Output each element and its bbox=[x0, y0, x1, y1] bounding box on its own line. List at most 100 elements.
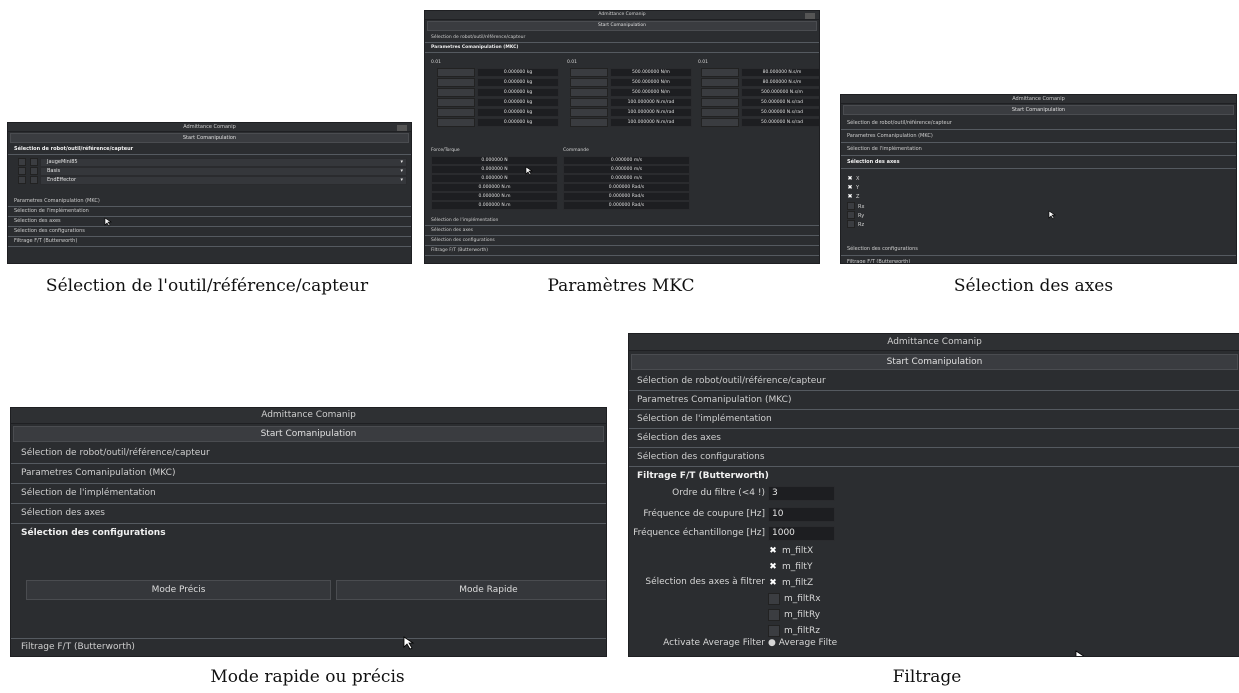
mkc-slider[interactable] bbox=[437, 98, 475, 107]
mkc-slider[interactable] bbox=[701, 88, 739, 97]
section-impl[interactable]: Sélection de l'implémentation bbox=[629, 410, 1239, 429]
mkc-slider[interactable] bbox=[570, 88, 608, 97]
checkmark-icon[interactable]: ✖ bbox=[768, 562, 778, 572]
section-mkc[interactable]: Parametres Comanipulation (MKC) bbox=[841, 130, 1236, 143]
sampling-input[interactable]: 1000 bbox=[768, 526, 835, 541]
mkc-slider[interactable] bbox=[437, 118, 475, 127]
mode-fast-button[interactable]: Mode Rapide bbox=[336, 580, 606, 600]
checkmark-icon[interactable]: ✖ bbox=[768, 546, 778, 556]
start-comanipulation-button[interactable]: Start Comanipulation bbox=[631, 354, 1238, 370]
checkbox[interactable] bbox=[29, 176, 38, 184]
mass-value[interactable]: 0.000000 kg bbox=[477, 108, 559, 117]
checkbox[interactable] bbox=[18, 158, 26, 166]
section-filter[interactable]: Filtrage F/T (Butterworth) bbox=[8, 237, 411, 247]
order-input[interactable]: 3 bbox=[768, 486, 835, 501]
close-icon[interactable] bbox=[397, 125, 407, 131]
start-comanipulation-button[interactable]: Start Comanipulation bbox=[13, 426, 604, 442]
axis-row[interactable]: Rx bbox=[847, 202, 1236, 211]
section-robot[interactable]: Sélection de robot/outil/référence/capte… bbox=[629, 372, 1239, 391]
checkmark-icon[interactable]: ✖ bbox=[847, 175, 853, 182]
section-axes[interactable]: Sélection des axes bbox=[11, 504, 606, 524]
section-axes[interactable]: Sélection des axes bbox=[425, 226, 819, 236]
mkc-slider[interactable] bbox=[437, 88, 475, 97]
mass-value[interactable]: 0.000000 kg bbox=[477, 78, 559, 87]
stiffness-value[interactable]: 500.000000 N/m bbox=[610, 88, 692, 97]
sensor-dropdown[interactable]: JaugeMini85 ▾ bbox=[40, 158, 407, 167]
mkc-slider[interactable] bbox=[701, 98, 739, 107]
mkc-slider[interactable] bbox=[701, 78, 739, 87]
avg-filter-radio[interactable]: ● Average Filte bbox=[768, 638, 837, 648]
mass-value[interactable]: 0.000000 kg bbox=[477, 98, 559, 107]
mkc-slider[interactable] bbox=[570, 108, 608, 117]
section-filter[interactable]: Filtrage F/T (Butterworth) bbox=[11, 638, 606, 656]
stiffness-value[interactable]: 100.000000 N.m/rad bbox=[610, 98, 692, 107]
stiffness-value[interactable]: 500.000000 N/m bbox=[610, 78, 692, 87]
axis-row[interactable]: Ry bbox=[847, 211, 1236, 220]
filter-axis-row[interactable]: m_filtRx bbox=[768, 592, 821, 608]
mkc-slider[interactable] bbox=[437, 68, 475, 77]
section-robot[interactable]: Sélection de robot/outil/référence/capte… bbox=[425, 33, 819, 43]
section-filter[interactable]: Filtrage F/T (Butterworth) bbox=[425, 246, 819, 256]
damping-value[interactable]: 50.000000 N.s/rad bbox=[741, 118, 819, 127]
damping-value[interactable]: 50.000000 N.s/rad bbox=[741, 108, 819, 117]
section-impl[interactable]: Sélection de l'implémentation bbox=[425, 216, 819, 226]
stiffness-value[interactable]: 500.000000 N/m bbox=[610, 68, 692, 77]
section-mkc[interactable]: Parametres Comanipulation (MKC) bbox=[629, 391, 1239, 410]
mode-precise-button[interactable]: Mode Précis bbox=[26, 580, 331, 600]
mkc-slider[interactable] bbox=[437, 78, 475, 87]
section-robot[interactable]: Sélection de robot/outil/référence/capte… bbox=[11, 444, 606, 464]
section-configs[interactable]: Sélection des configurations bbox=[11, 524, 606, 543]
section-mkc[interactable]: Parametres Comanipulation (MKC) bbox=[425, 43, 819, 53]
axis-row[interactable]: ✖ Z bbox=[847, 193, 1236, 202]
stiffness-value[interactable]: 100.000000 N.m/rad bbox=[610, 118, 692, 127]
checkbox[interactable] bbox=[18, 167, 26, 175]
mkc-slider[interactable] bbox=[570, 118, 608, 127]
filter-axis-row[interactable]: m_filtRy bbox=[768, 608, 821, 624]
checkbox[interactable] bbox=[847, 211, 855, 219]
section-impl[interactable]: Sélection de l'implémentation bbox=[841, 143, 1236, 156]
damping-value[interactable]: 500.000000 N.s/m bbox=[741, 88, 819, 97]
checkbox[interactable] bbox=[768, 624, 780, 637]
start-comanipulation-button[interactable]: Start Comanipulation bbox=[10, 133, 409, 143]
checkmark-icon[interactable]: ✖ bbox=[847, 184, 853, 191]
checkbox[interactable] bbox=[847, 220, 855, 228]
section-filter[interactable]: Filtrage F/T (Butterworth) bbox=[841, 256, 1236, 263]
section-axes[interactable]: Sélection des axes bbox=[841, 156, 1236, 169]
checkmark-icon[interactable]: ✖ bbox=[847, 193, 853, 200]
damping-value[interactable]: 80.000000 N.s/m bbox=[741, 78, 819, 87]
mkc-slider[interactable] bbox=[437, 108, 475, 117]
checkbox[interactable] bbox=[768, 592, 780, 605]
mkc-slider[interactable] bbox=[570, 98, 608, 107]
start-comanipulation-button[interactable]: Start Comanipulation bbox=[427, 21, 817, 31]
checkmark-icon[interactable]: ✖ bbox=[768, 578, 778, 588]
mkc-slider[interactable] bbox=[701, 118, 739, 127]
section-configs[interactable]: Sélection des configurations bbox=[629, 448, 1239, 467]
section-configs[interactable]: Sélection des configurations bbox=[841, 243, 1236, 256]
mkc-slider[interactable] bbox=[570, 78, 608, 87]
checkbox[interactable] bbox=[768, 608, 780, 621]
filter-axis-row[interactable]: ✖ m_filtY bbox=[768, 560, 821, 576]
axis-row[interactable]: ✖ X bbox=[847, 175, 1236, 184]
axis-row[interactable]: ✖ Y bbox=[847, 184, 1236, 193]
cutoff-input[interactable]: 10 bbox=[768, 507, 835, 522]
close-icon[interactable] bbox=[805, 13, 815, 19]
filter-axis-row[interactable]: ✖ m_filtX bbox=[768, 544, 821, 560]
damping-value[interactable]: 80.000000 N.s/m bbox=[741, 68, 819, 77]
section-filter[interactable]: Filtrage F/T (Butterworth) bbox=[629, 467, 1239, 485]
section-configs[interactable]: Sélection des configurations bbox=[425, 236, 819, 246]
mass-value[interactable]: 0.000000 kg bbox=[477, 68, 559, 77]
section-axes[interactable]: Sélection des axes bbox=[8, 217, 411, 227]
section-robot[interactable]: Sélection de robot/outil/référence/capte… bbox=[841, 117, 1236, 130]
axis-row[interactable]: Rz bbox=[847, 220, 1236, 229]
mkc-slider[interactable] bbox=[570, 68, 608, 77]
section-mkc[interactable]: Parametres Comanipulation (MKC) bbox=[11, 464, 606, 484]
checkbox[interactable] bbox=[29, 158, 38, 166]
section-axes[interactable]: Sélection des axes bbox=[629, 429, 1239, 448]
mass-value[interactable]: 0.000000 kg bbox=[477, 118, 559, 127]
filter-axis-row[interactable]: ✖ m_filtZ bbox=[768, 576, 821, 592]
start-comanipulation-button[interactable]: Start Comanipulation bbox=[843, 105, 1234, 115]
reference-dropdown[interactable]: Basis ▾ bbox=[40, 167, 407, 176]
mkc-slider[interactable] bbox=[701, 108, 739, 117]
section-impl[interactable]: Sélection de l'implémentation bbox=[8, 207, 411, 217]
mkc-slider[interactable] bbox=[701, 68, 739, 77]
